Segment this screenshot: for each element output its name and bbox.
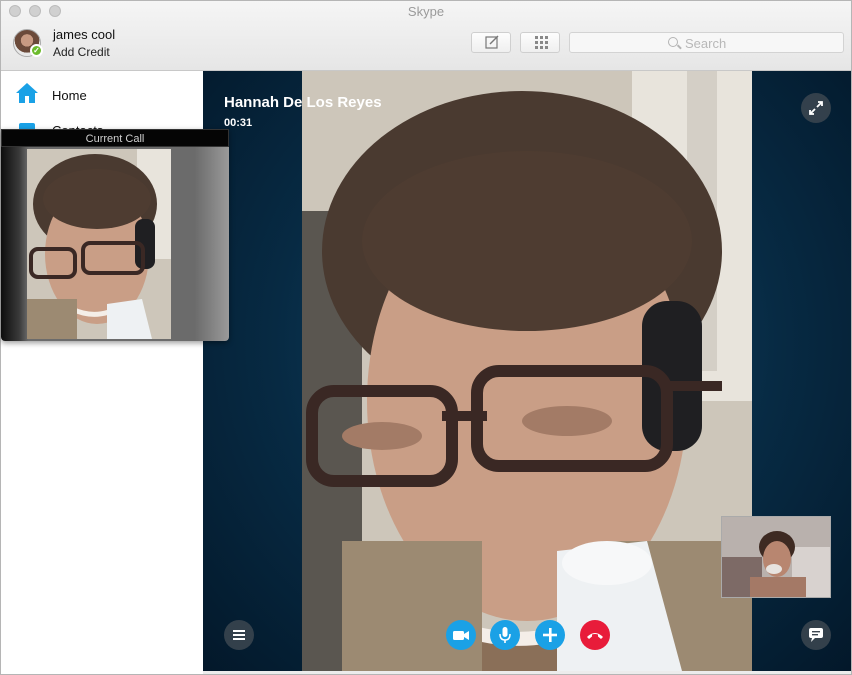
plus-icon [543, 628, 557, 642]
call-menu-button[interactable] [224, 620, 254, 650]
title-bar: Skype ✓ james cool Add Credit Search [1, 1, 851, 71]
mute-button[interactable] [490, 620, 520, 650]
expand-icon [809, 101, 823, 115]
add-credit-link[interactable]: Add Credit [53, 45, 110, 59]
user-name[interactable]: james cool [53, 27, 115, 42]
dial-pad-icon [535, 36, 548, 49]
chat-bubble-icon [809, 628, 823, 642]
remote-video-image [302, 71, 752, 671]
sidebar-item-home[interactable]: Home [1, 81, 203, 107]
new-conversation-button[interactable] [471, 32, 511, 53]
self-view-image [722, 517, 830, 597]
hang-up-button[interactable] [580, 620, 610, 650]
add-participant-button[interactable] [535, 620, 565, 650]
remote-video [302, 71, 752, 671]
menu-icon [233, 630, 245, 640]
self-view-video[interactable] [721, 516, 831, 598]
fullscreen-button[interactable] [801, 93, 831, 123]
online-status-icon: ✓ [30, 44, 43, 57]
chat-button[interactable] [801, 620, 831, 650]
microphone-icon [499, 627, 511, 643]
mini-window-title-bar[interactable]: Current Call [1, 129, 229, 147]
skype-window: Skype ✓ james cool Add Credit Search Hom… [0, 0, 852, 675]
caller-name: Hannah De Los Reyes [224, 94, 382, 111]
dial-pad-button[interactable] [520, 32, 560, 53]
video-call-area: Hannah De Los Reyes 00:31 [203, 71, 851, 671]
search-icon [668, 37, 678, 47]
search-placeholder: Search [685, 36, 727, 51]
current-call-mini-window[interactable]: Current Call [1, 129, 229, 341]
mini-remote-video [27, 149, 171, 339]
mini-window-title: Current Call [85, 133, 145, 145]
video-toggle-button[interactable] [446, 620, 476, 650]
hang-up-icon [587, 633, 603, 639]
compose-icon [485, 35, 499, 49]
home-icon [16, 83, 38, 103]
search-input[interactable]: Search [569, 32, 844, 53]
video-camera-icon [453, 631, 469, 640]
window-title: Skype [407, 4, 445, 19]
call-timer: 00:31 [224, 117, 253, 129]
sidebar-item-label: Home [52, 88, 87, 103]
mini-remote-video-image [27, 149, 171, 339]
